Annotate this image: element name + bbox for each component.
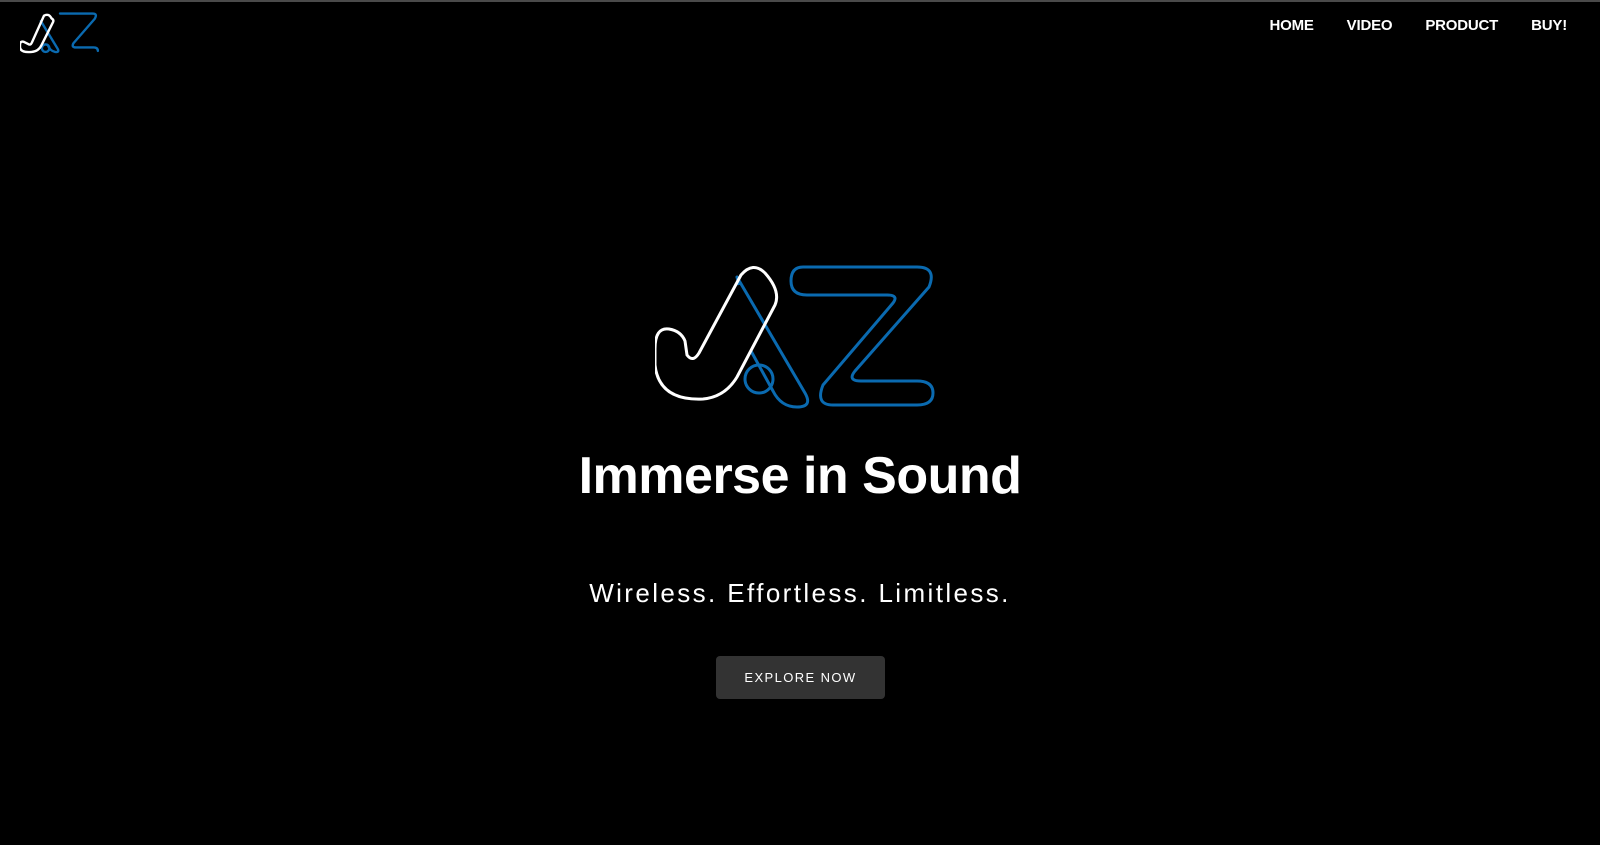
hero-tagline: Wireless. Effortless. Limitless.	[589, 578, 1011, 608]
site-header: HOME VIDEO PRODUCT BUY!	[0, 2, 1600, 62]
jaz-logo-icon[interactable]	[20, 12, 100, 54]
nav-home-link[interactable]: HOME	[1269, 17, 1313, 34]
nav-buy-link[interactable]: BUY!	[1531, 17, 1567, 34]
nav-video-link[interactable]: VIDEO	[1347, 17, 1393, 34]
explore-now-button[interactable]: EXPLORE NOW	[716, 656, 885, 699]
main-nav: HOME VIDEO PRODUCT BUY!	[1269, 17, 1567, 34]
jaz-hero-logo-icon	[655, 265, 935, 409]
nav-product-link[interactable]: PRODUCT	[1425, 17, 1498, 34]
hero-headline: Immerse in Sound	[578, 447, 1022, 505]
